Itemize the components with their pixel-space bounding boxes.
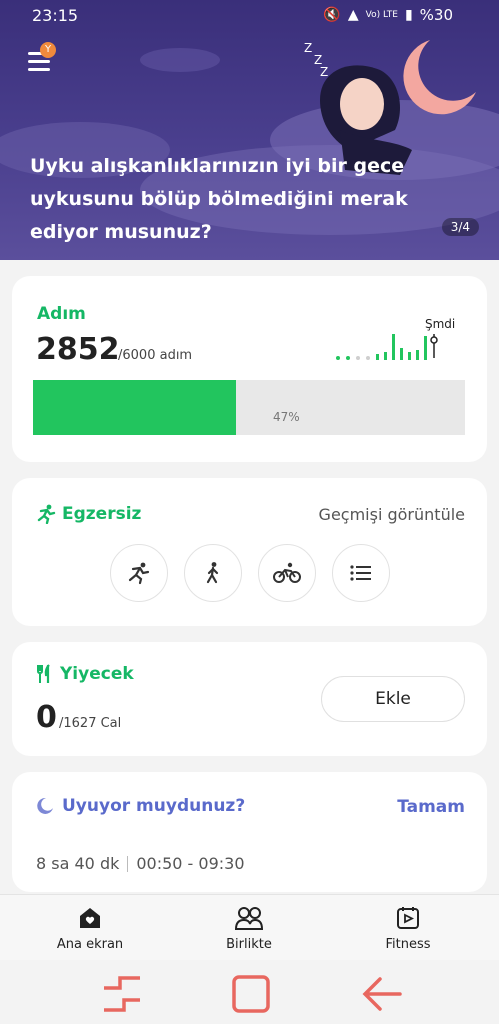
svg-text:Z: Z: [304, 41, 312, 55]
fork-knife-icon: [37, 664, 50, 683]
steps-progress-track: 47%: [33, 380, 465, 435]
nav-together-label: Birlikte: [226, 937, 272, 952]
sleep-card[interactable]: Uyuyor muydunuz? Tamam 8 sa 40 dk 00:50 …: [12, 772, 487, 892]
cycling-button[interactable]: [258, 544, 316, 602]
home-button[interactable]: [231, 974, 271, 1014]
sleep-question: Uyuyor muydunuz?: [62, 796, 246, 816]
mute-icon: 🔇: [323, 7, 341, 23]
nav-fitness[interactable]: Fitness: [348, 905, 468, 952]
banner-text: Uyku alışkanlıklarınızın iyi bir gece uy…: [30, 155, 408, 243]
signal-icon: ▮: [404, 7, 413, 23]
home-heart-icon: [80, 908, 100, 928]
recent-apps-button[interactable]: [100, 974, 144, 1014]
running-button[interactable]: [110, 544, 168, 602]
banner-pager: 3/4: [441, 218, 479, 236]
promo-banner[interactable]: Z Z Z 23:15 🔇 ▲ Vo) LTE ▮ %30 Y Uyku alı…: [0, 0, 499, 260]
running-icon: [128, 562, 150, 585]
exercise-icon: [37, 504, 56, 524]
nav-fitness-label: Fitness: [385, 937, 431, 952]
food-value: 0: [36, 700, 57, 735]
cycling-icon: [273, 562, 301, 583]
add-food-button[interactable]: Ekle: [321, 676, 465, 722]
sleep-ok-button[interactable]: Tamam: [397, 797, 465, 817]
moon-icon: [37, 797, 53, 814]
sleep-header: Uyuyor muydunuz?: [36, 796, 245, 816]
network-label: Vo) LTE: [365, 10, 398, 20]
people-icon: [234, 907, 264, 930]
steps-percent: 47%: [273, 410, 300, 424]
list-button[interactable]: [332, 544, 390, 602]
system-navigation-bar: [0, 960, 499, 1024]
steps-progress-fill: [33, 380, 237, 435]
sleep-duration: 8 sa 40 dk: [36, 854, 120, 873]
exercise-header: Egzersiz: [36, 504, 141, 524]
steps-title: Adım: [37, 304, 86, 324]
steps-goal: /6000 adım: [118, 348, 193, 363]
nav-home[interactable]: Ana ekran: [30, 905, 150, 952]
wifi-icon: ▲: [347, 7, 359, 23]
food-goal: /1627 Cal: [59, 716, 122, 731]
exercise-card[interactable]: Egzersiz Geçmişi görüntüle: [12, 478, 487, 626]
fitness-video-icon: [397, 907, 419, 929]
nav-together[interactable]: Birlikte: [189, 905, 309, 952]
food-header: Yiyecek: [36, 664, 134, 684]
view-history-link[interactable]: Geçmişi görüntüle: [319, 505, 465, 524]
food-card[interactable]: Yiyecek 0 /1627 Cal Ekle: [12, 642, 487, 756]
notification-badge: Y: [40, 42, 56, 58]
exercise-title: Egzersiz: [62, 504, 142, 524]
steps-card[interactable]: Adım 2852 /6000 adım Şmdi 47%: [12, 276, 487, 462]
svg-text:Z: Z: [320, 65, 328, 79]
battery-label: %30: [419, 6, 453, 24]
list-icon: [350, 565, 371, 581]
steps-value: 2852: [36, 332, 120, 367]
walking-button[interactable]: [184, 544, 242, 602]
food-title: Yiyecek: [60, 664, 134, 684]
now-label: Şmdi: [425, 317, 456, 331]
divider: [127, 855, 129, 872]
walking-icon: [206, 562, 219, 584]
nav-home-label: Ana ekran: [56, 937, 124, 952]
sleep-range: 00:50 - 09:30: [136, 854, 245, 873]
bottom-navigation: Ana ekran Birlikte Fitness: [0, 894, 499, 961]
sleep-info: 8 sa 40 dk 00:50 - 09:30: [36, 854, 245, 873]
status-time: 23:15: [32, 6, 79, 25]
back-button[interactable]: [360, 974, 404, 1014]
status-bar: 23:15 🔇 ▲ Vo) LTE ▮ %30: [0, 6, 499, 28]
